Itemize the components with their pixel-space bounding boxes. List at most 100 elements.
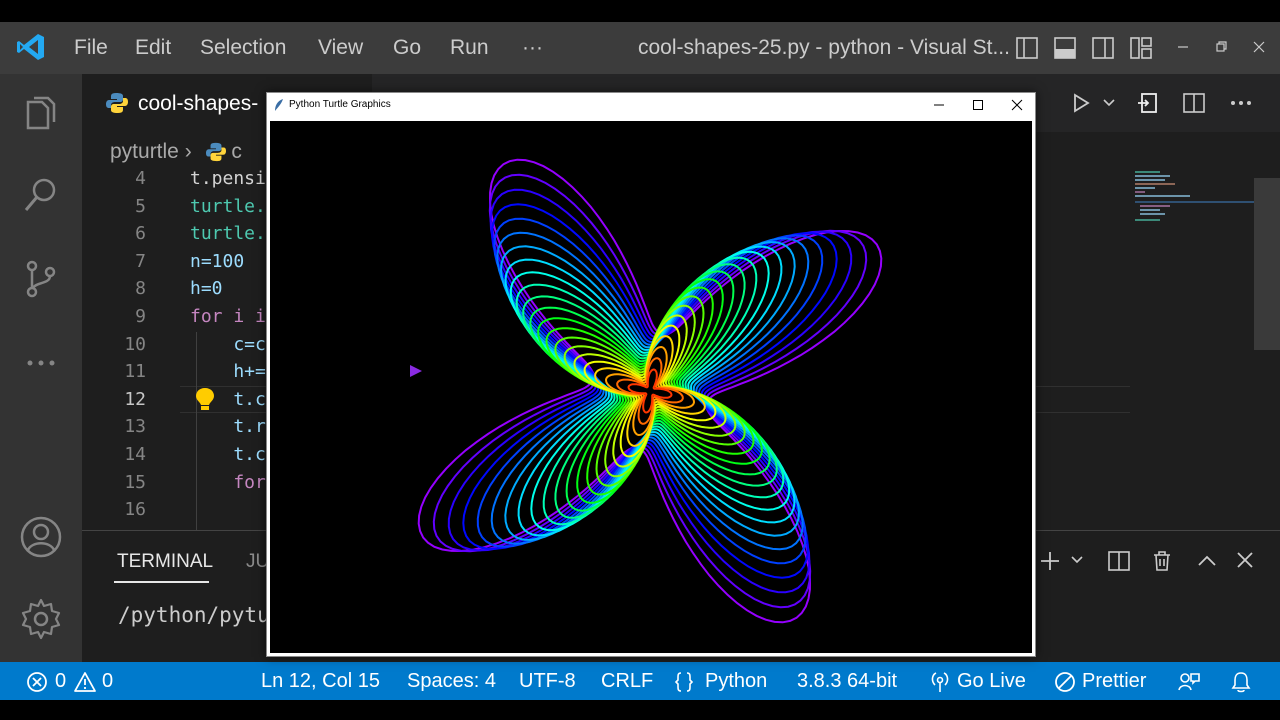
menu-selection[interactable]: Selection (200, 36, 286, 60)
toggle-secondary-sidebar-icon[interactable] (1091, 36, 1115, 60)
spiral-ring (594, 335, 706, 447)
line-number: 6 (135, 223, 146, 244)
breadcrumb-file[interactable]: c (231, 140, 242, 163)
menu-more[interactable]: ··· (522, 36, 543, 60)
spiral-ring (504, 245, 796, 537)
python-file-icon (205, 143, 226, 162)
cursor-position[interactable]: Ln 12, Col 15 (261, 670, 380, 693)
line-number: 15 (124, 472, 146, 493)
menu-go[interactable]: Go (393, 36, 421, 60)
line-number: 10 (124, 334, 146, 355)
code-line: for (190, 472, 266, 493)
spiral-ring (417, 158, 883, 624)
code-line: turtle. (190, 223, 266, 244)
feedback-icon[interactable] (1177, 670, 1201, 694)
python-file-icon (106, 93, 128, 113)
prettier-icon[interactable] (1054, 671, 1076, 693)
line-number: 5 (135, 196, 146, 217)
spiral-ring (522, 263, 778, 519)
language-braces-icon[interactable] (674, 671, 694, 693)
maximize-panel-icon[interactable] (1196, 551, 1218, 571)
breadcrumb-separator: › (184, 140, 192, 163)
run-icon[interactable] (1070, 92, 1092, 114)
chevron-down-icon[interactable] (1102, 98, 1116, 108)
warning-count[interactable]: 0 (102, 670, 113, 693)
customize-layout-icon[interactable] (1129, 36, 1153, 60)
notifications-bell-icon[interactable] (1230, 670, 1252, 694)
line-number: 13 (124, 416, 146, 437)
terminal-output[interactable]: /python/pytu (118, 603, 270, 627)
rainbow-pinwheel-drawing (410, 158, 883, 624)
search-icon[interactable] (18, 172, 64, 218)
line-number: 9 (135, 306, 146, 327)
breadcrumb-folder[interactable]: pyturtle (110, 140, 179, 163)
toggle-panel-icon[interactable] (1053, 36, 1077, 60)
code-line: t.c (190, 444, 266, 465)
trash-icon[interactable] (1150, 549, 1174, 573)
toggle-sidebar-icon[interactable] (1015, 36, 1039, 60)
accounts-icon[interactable] (18, 514, 64, 560)
prettier[interactable]: Prettier (1082, 670, 1146, 693)
spiral-ring (500, 241, 800, 541)
lightbulb-icon[interactable] (194, 386, 216, 412)
feather-icon (275, 99, 283, 111)
error-icon[interactable] (26, 671, 48, 693)
broadcast-icon[interactable] (929, 670, 951, 694)
editor-scrollbar[interactable] (1254, 178, 1280, 350)
minimap[interactable] (1130, 168, 1260, 228)
warning-icon[interactable] (73, 671, 97, 693)
explorer-icon[interactable] (18, 92, 64, 138)
window-title: cool-shapes-25.py - python - Visual St..… (638, 36, 1010, 59)
line-ending[interactable]: CRLF (601, 670, 653, 693)
minimize-icon[interactable] (1176, 40, 1190, 54)
new-terminal-icon[interactable] (1038, 549, 1062, 573)
open-preview-icon[interactable] (1136, 91, 1160, 115)
error-count[interactable]: 0 (55, 670, 66, 693)
tab-terminal[interactable]: TERMINAL (117, 551, 213, 573)
close-window-icon[interactable] (1252, 40, 1266, 54)
line-number: 11 (124, 361, 146, 382)
source-control-icon[interactable] (18, 256, 64, 302)
split-terminal-icon[interactable] (1107, 549, 1131, 573)
indentation[interactable]: Spaces: 4 (407, 670, 496, 693)
maximize-icon[interactable] (972, 99, 984, 111)
activity-bar (0, 74, 82, 662)
close-panel-icon[interactable] (1234, 551, 1256, 571)
minimize-icon[interactable] (933, 99, 945, 111)
vscode-logo-icon[interactable] (16, 32, 46, 62)
settings-gear-icon[interactable] (18, 596, 64, 642)
tab-underline (114, 581, 209, 583)
more-views-icon[interactable] (18, 340, 64, 386)
title-bar: File Edit Selection View Go Run ··· cool… (0, 22, 1280, 74)
line-number: 14 (124, 444, 146, 465)
close-icon[interactable] (1011, 99, 1023, 111)
split-editor-icon[interactable] (1182, 91, 1206, 115)
turtle-graphics-window[interactable]: Python Turtle Graphics (266, 92, 1036, 657)
code-line: for i i (190, 306, 266, 327)
spiral-ring (509, 250, 791, 532)
encoding[interactable]: UTF-8 (519, 670, 576, 693)
python-interpreter[interactable]: 3.8.3 64-bit (797, 670, 897, 693)
tab-label: cool-shapes- (138, 92, 259, 115)
spiral-ring (563, 304, 737, 478)
turtle-window-title: Python Turtle Graphics (289, 99, 391, 110)
menu-view[interactable]: View (318, 36, 363, 60)
menu-run[interactable]: Run (450, 36, 489, 60)
line-number: 16 (124, 499, 146, 520)
line-number: 8 (135, 278, 146, 299)
line-number-current: 12 (124, 389, 146, 410)
turtle-cursor-icon (410, 365, 422, 377)
code-line: t.r (190, 416, 266, 437)
more-actions-icon[interactable] (1228, 91, 1254, 115)
code-line: t.pensi (190, 168, 266, 189)
line-number: 7 (135, 251, 146, 272)
restore-icon[interactable] (1214, 40, 1228, 54)
language-mode[interactable]: Python (705, 670, 767, 693)
menu-file[interactable]: File (74, 36, 108, 60)
code-line: c=c (190, 334, 266, 355)
breadcrumb: pyturtle › c (110, 140, 242, 164)
go-live[interactable]: Go Live (957, 670, 1026, 693)
chevron-down-icon[interactable] (1070, 555, 1084, 565)
menu-edit[interactable]: Edit (135, 36, 171, 60)
spiral-ring (529, 270, 771, 512)
